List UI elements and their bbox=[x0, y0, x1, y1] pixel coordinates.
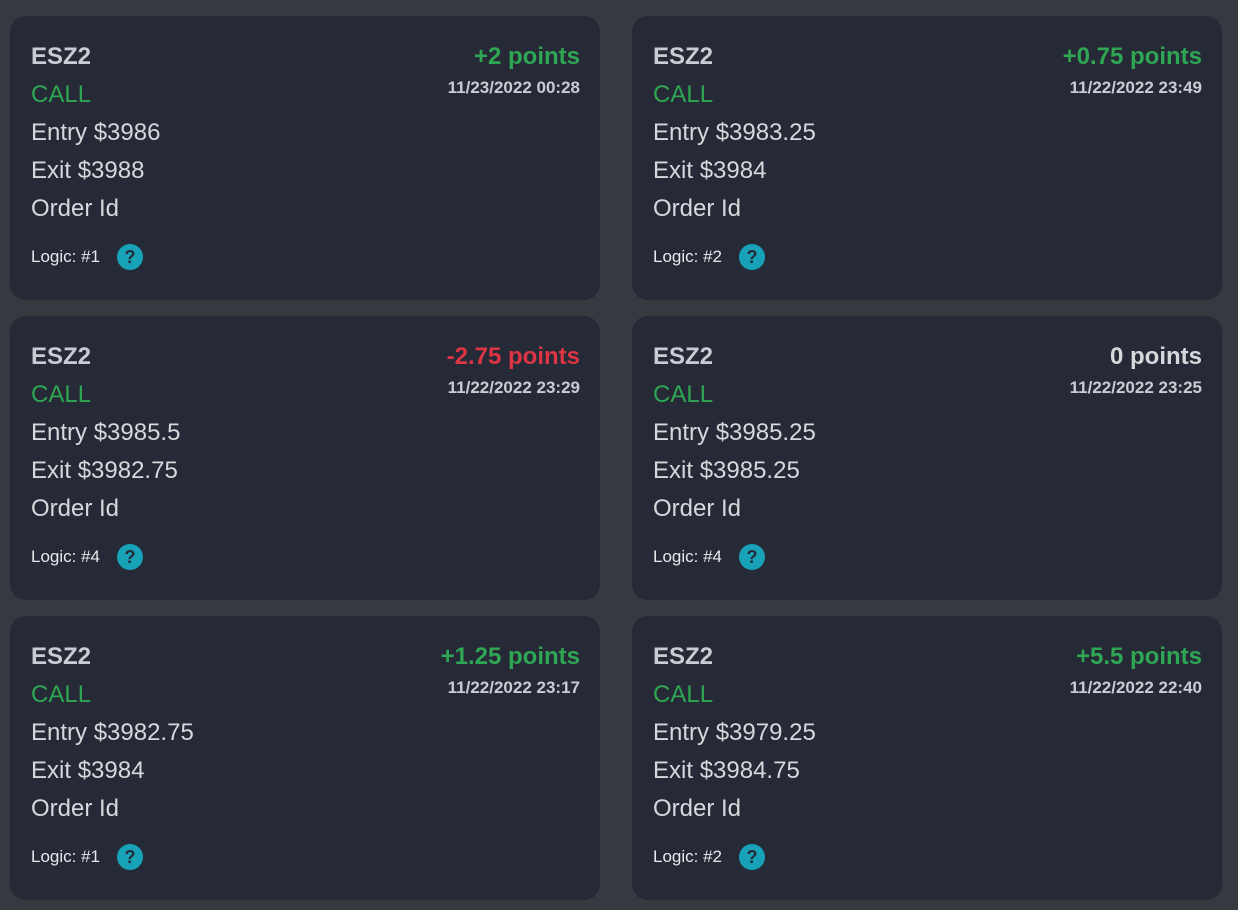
exit-label: Exit bbox=[653, 457, 700, 484]
logic-label: Logic: #1 bbox=[31, 247, 101, 266]
entry-value: $3983.25 bbox=[715, 119, 816, 146]
trade-points: +0.75 points bbox=[1062, 43, 1202, 70]
question-circle-icon[interactable]: ? bbox=[116, 243, 144, 271]
exit-label: Exit bbox=[31, 157, 78, 184]
trade-points: -2.75 points bbox=[446, 343, 580, 370]
trade-exit: Exit $3984 bbox=[31, 756, 580, 786]
trade-points: 0 points bbox=[1109, 343, 1202, 370]
logic-label: Logic: #4 bbox=[31, 547, 101, 566]
trade-entry: Entry $3983.25 bbox=[653, 118, 1202, 148]
exit-label: Exit bbox=[653, 757, 700, 784]
question-circle-icon[interactable]: ? bbox=[116, 543, 144, 571]
logic-label: Logic: #4 bbox=[653, 547, 723, 566]
trade-card: ESZ2 CALL Entry $3979.25 Exit $3984.75 O… bbox=[632, 616, 1222, 900]
trade-card: ESZ2 CALL Entry $3985.5 Exit $3982.75 Or… bbox=[10, 316, 600, 600]
exit-label: Exit bbox=[31, 457, 78, 484]
trade-entry: Entry $3985.25 bbox=[653, 418, 1202, 448]
order-id-label: Order Id bbox=[653, 795, 742, 822]
trade-points: +5.5 points bbox=[1075, 643, 1202, 670]
trade-entry: Entry $3982.75 bbox=[31, 718, 580, 748]
trade-card: ESZ2 CALL Entry $3982.75 Exit $3984 Orde… bbox=[10, 616, 600, 900]
trade-card: ESZ2 CALL Entry $3985.25 Exit $3985.25 O… bbox=[632, 316, 1222, 600]
logic-row: Logic: #1 ? bbox=[31, 840, 144, 874]
exit-value: $3984.75 bbox=[699, 757, 800, 784]
exit-value: $3984 bbox=[77, 757, 145, 784]
question-circle-icon[interactable]: ? bbox=[738, 243, 766, 271]
logic-row: Logic: #1 ? bbox=[31, 240, 144, 274]
logic-row: Logic: #2 ? bbox=[653, 240, 766, 274]
entry-label: Entry bbox=[31, 419, 94, 446]
svg-text:?: ? bbox=[747, 547, 758, 567]
logic-label: Logic: #1 bbox=[31, 847, 101, 866]
trade-exit: Exit $3984 bbox=[653, 156, 1202, 186]
entry-label: Entry bbox=[653, 719, 716, 746]
trade-card: ESZ2 CALL Entry $3983.25 Exit $3984 Orde… bbox=[632, 16, 1222, 300]
svg-text:?: ? bbox=[747, 247, 758, 267]
trade-card: ESZ2 CALL Entry $3986 Exit $3988 Order I… bbox=[10, 16, 600, 300]
entry-value: $3986 bbox=[93, 119, 161, 146]
trade-date: 11/23/2022 00:28 bbox=[447, 78, 580, 97]
logic-row: Logic: #2 ? bbox=[653, 840, 766, 874]
trade-date: 11/22/2022 22:40 bbox=[1069, 678, 1202, 697]
svg-text:?: ? bbox=[125, 247, 136, 267]
svg-text:?: ? bbox=[125, 847, 136, 867]
trade-entry: Entry $3986 bbox=[31, 118, 580, 148]
trade-points: +2 points bbox=[473, 43, 580, 70]
trade-exit: Exit $3985.25 bbox=[653, 456, 1202, 486]
trade-date: 11/22/2022 23:17 bbox=[447, 678, 580, 697]
svg-text:?: ? bbox=[125, 547, 136, 567]
trade-exit: Exit $3982.75 bbox=[31, 456, 580, 486]
exit-value: $3982.75 bbox=[77, 457, 178, 484]
logic-label: Logic: #2 bbox=[653, 247, 723, 266]
svg-text:?: ? bbox=[747, 847, 758, 867]
trade-date: 11/22/2022 23:25 bbox=[1069, 378, 1202, 397]
order-id-label: Order Id bbox=[31, 195, 120, 222]
exit-value: $3984 bbox=[699, 157, 767, 184]
logic-label: Logic: #2 bbox=[653, 847, 723, 866]
entry-label: Entry bbox=[31, 719, 94, 746]
order-id-label: Order Id bbox=[31, 795, 120, 822]
exit-value: $3985.25 bbox=[699, 457, 800, 484]
question-circle-icon[interactable]: ? bbox=[738, 543, 766, 571]
logic-row: Logic: #4 ? bbox=[31, 540, 144, 574]
entry-label: Entry bbox=[653, 119, 716, 146]
trade-entry: Entry $3979.25 bbox=[653, 718, 1202, 748]
question-circle-icon[interactable]: ? bbox=[116, 843, 144, 871]
exit-value: $3988 bbox=[77, 157, 145, 184]
entry-label: Entry bbox=[31, 119, 94, 146]
trade-card-grid: ESZ2 CALL Entry $3986 Exit $3988 Order I… bbox=[10, 16, 1222, 900]
order-id-label: Order Id bbox=[31, 495, 120, 522]
trade-exit: Exit $3988 bbox=[31, 156, 580, 186]
entry-value: $3982.75 bbox=[93, 719, 194, 746]
trade-date: 11/22/2022 23:29 bbox=[447, 378, 580, 397]
question-circle-icon[interactable]: ? bbox=[738, 843, 766, 871]
trade-points: +1.25 points bbox=[440, 643, 580, 670]
entry-value: $3985.5 bbox=[93, 419, 181, 446]
exit-label: Exit bbox=[653, 157, 700, 184]
entry-label: Entry bbox=[653, 419, 716, 446]
trade-date: 11/22/2022 23:49 bbox=[1069, 78, 1202, 97]
trade-exit: Exit $3984.75 bbox=[653, 756, 1202, 786]
order-id-label: Order Id bbox=[653, 195, 742, 222]
entry-value: $3985.25 bbox=[715, 419, 816, 446]
trade-entry: Entry $3985.5 bbox=[31, 418, 580, 448]
entry-value: $3979.25 bbox=[715, 719, 816, 746]
exit-label: Exit bbox=[31, 757, 78, 784]
logic-row: Logic: #4 ? bbox=[653, 540, 766, 574]
order-id-label: Order Id bbox=[653, 495, 742, 522]
